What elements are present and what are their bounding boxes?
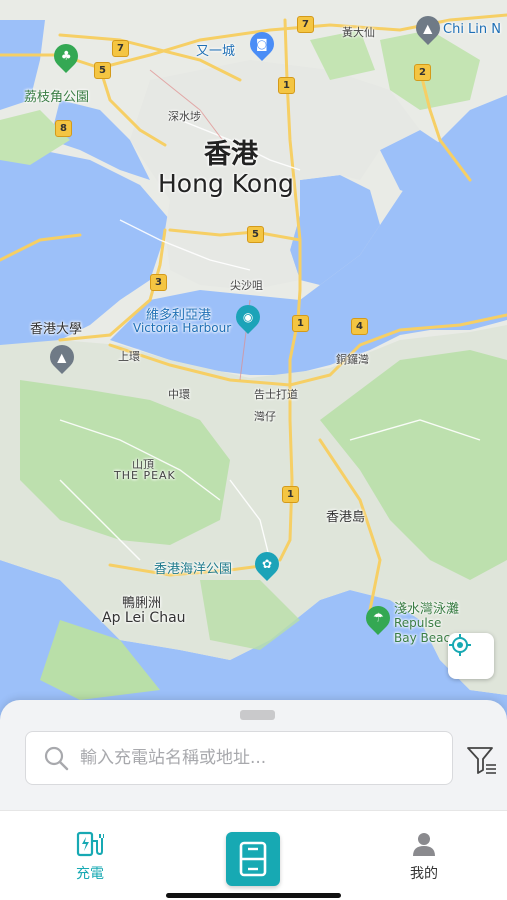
- map-label-central: 中環: [168, 388, 190, 401]
- user-icon: [413, 833, 435, 856]
- map-label-city-zh: 香港: [204, 139, 258, 170]
- search-input[interactable]: [80, 748, 440, 768]
- home-indicator: [166, 893, 341, 898]
- tab-bar: 充電 我的: [0, 810, 507, 900]
- scan-button[interactable]: [226, 832, 280, 886]
- tab-mine[interactable]: 我的: [384, 831, 464, 883]
- map-label-ocean-park: 香港海洋公園: [154, 562, 233, 577]
- search-icon: [44, 746, 69, 771]
- route-shield: 5: [94, 62, 111, 79]
- drag-handle[interactable]: [240, 710, 275, 720]
- map-label-repulse-bay-en-2: Bay Beac: [394, 631, 451, 645]
- scan-charger-icon: [239, 841, 267, 877]
- map-label-repulse-bay-zh: 淺水灣泳灘: [394, 602, 460, 617]
- map-label-sheung-wan: 上環: [118, 350, 140, 363]
- filter-icon: [467, 747, 496, 774]
- route-shield: 7: [297, 16, 314, 33]
- map-label-lai-chi-kok-park: 荔枝角公園: [24, 90, 90, 105]
- tab-mine-label: 我的: [410, 866, 438, 882]
- route-shield: 1: [278, 77, 295, 94]
- map-label-victoria-harbour-en: Victoria Harbour: [133, 321, 232, 335]
- map-view[interactable]: 荔枝角公園 又一城 黃大仙 Chi Lin N 深水埗 香港 Hong Kong…: [0, 0, 507, 720]
- route-shield: 8: [55, 120, 72, 137]
- route-shield: 4: [351, 318, 368, 335]
- crosshair-icon: [449, 634, 471, 656]
- tab-charging[interactable]: 充電: [50, 831, 130, 883]
- map-label-repulse-bay-en-1: Repulse: [394, 616, 442, 630]
- map-label-wan-chai: 灣仔: [254, 410, 276, 423]
- map-label-sham-shui-po: 深水埗: [168, 110, 201, 123]
- tab-charging-label: 充電: [76, 866, 104, 882]
- bottom-sheet[interactable]: [0, 700, 507, 810]
- charging-station-icon: [76, 831, 104, 857]
- route-shield: 5: [247, 226, 264, 243]
- map-label-wong-tai-sin: 黃大仙: [342, 26, 375, 39]
- map-label-city-en: Hong Kong: [158, 169, 294, 198]
- route-shield: 7: [112, 40, 129, 57]
- map-label-ap-lei-chau-zh: 鴨脷洲: [122, 596, 162, 611]
- map-label-chi-lin: Chi Lin N: [443, 22, 502, 37]
- map-label-yat-yi-city: 又一城: [196, 44, 236, 59]
- route-shield: 2: [414, 64, 431, 81]
- map-label-hku: 香港大學: [30, 322, 83, 337]
- search-box[interactable]: [25, 731, 453, 785]
- map-label-ap-lei-chau-en: Ap Lei Chau: [102, 610, 186, 626]
- map-label-the-peak-en: THE PEAK: [114, 469, 176, 482]
- map-label-gloucester-rd: 告士打道: [254, 388, 298, 401]
- locate-me-button[interactable]: [448, 633, 494, 679]
- route-shield: 1: [282, 486, 299, 503]
- route-shield: 3: [150, 274, 167, 291]
- map-label-causeway-bay: 銅鑼灣: [336, 353, 369, 366]
- route-shield: 1: [292, 315, 309, 332]
- map-label-tsim-sha-tsui: 尖沙咀: [230, 279, 263, 292]
- map-label-hk-island: 香港島: [326, 510, 366, 525]
- filter-button[interactable]: [464, 742, 500, 778]
